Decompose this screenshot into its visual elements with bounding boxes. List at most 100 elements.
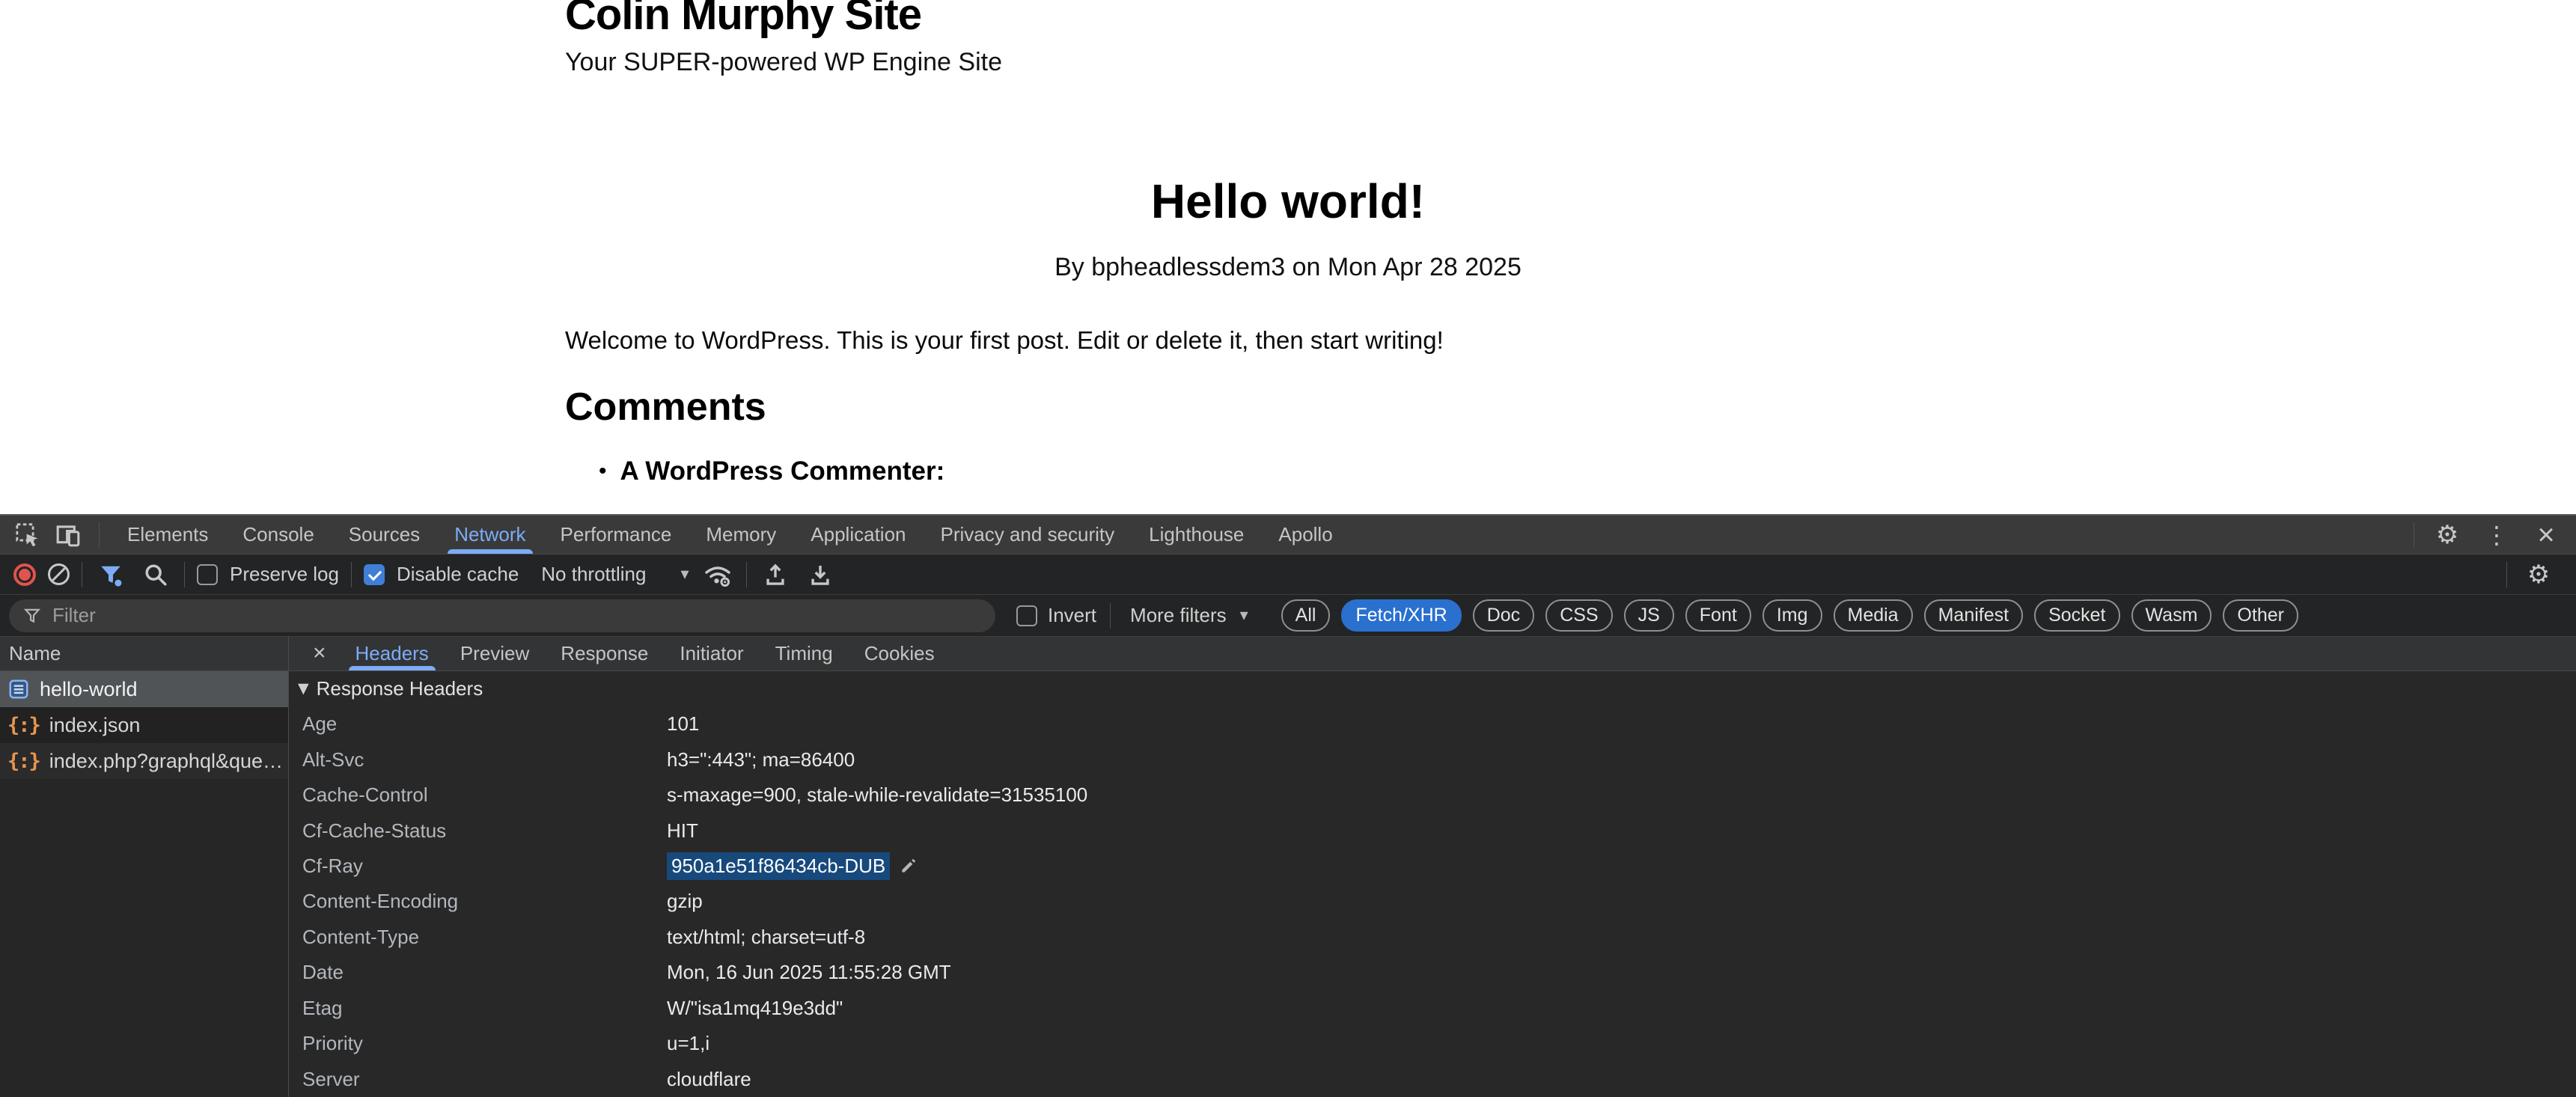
site-title: Colin Murphy Site xyxy=(565,0,921,40)
edit-header-icon[interactable] xyxy=(899,856,918,876)
search-network-button[interactable] xyxy=(139,558,172,591)
invert-checkbox[interactable] xyxy=(1016,605,1037,626)
header-row-cf-ray: Cf-Ray 950a1e51f86434cb-DUB xyxy=(289,849,2576,884)
details-tab-response[interactable]: Response xyxy=(545,637,664,670)
header-key: Alt-Svc xyxy=(289,748,667,771)
filter-chip-wasm[interactable]: Wasm xyxy=(2131,599,2212,632)
inspect-element-button[interactable] xyxy=(7,519,48,551)
request-row-index-json[interactable]: {:} index.json xyxy=(0,707,288,743)
filter-chip-css[interactable]: CSS xyxy=(1545,599,1612,632)
preserve-log-checkbox[interactable] xyxy=(197,564,218,585)
network-filter-field[interactable] xyxy=(9,599,995,632)
devtools-tab-application[interactable]: Application xyxy=(793,516,923,554)
section-title: Response Headers xyxy=(317,677,483,700)
comment-list-item: • A WordPress Commenter: xyxy=(599,456,944,486)
request-list-name-header[interactable]: Name xyxy=(0,637,288,671)
more-filters-dropdown[interactable]: More filters ▾ xyxy=(1130,604,1248,627)
header-row-age: Age 101 xyxy=(289,706,2576,742)
comment-author: A WordPress Commenter: xyxy=(620,456,945,486)
toolbar-divider xyxy=(1110,603,1111,629)
upload-icon xyxy=(763,562,788,587)
devtools-tab-lighthouse[interactable]: Lighthouse xyxy=(1132,516,1261,554)
request-details-tabbar: × Headers Preview Response Initiator Tim… xyxy=(289,637,2576,671)
filter-chip-manifest[interactable]: Manifest xyxy=(1924,599,2023,632)
invert-filter-control: Invert xyxy=(1016,604,1096,627)
header-value: h3=":443"; ma=86400 xyxy=(667,748,855,771)
devtools-tab-memory[interactable]: Memory xyxy=(689,516,793,554)
devtools-tab-sources[interactable]: Sources xyxy=(332,516,437,554)
devtools-close-button[interactable]: × xyxy=(2530,519,2563,551)
device-toolbar-button[interactable] xyxy=(48,519,88,551)
devtools-tab-network[interactable]: Network xyxy=(437,516,543,554)
chevron-down-icon: ▾ xyxy=(1240,606,1248,625)
response-headers-section-header[interactable]: ▼ Response Headers xyxy=(289,671,2576,706)
devtools-tabbar: Elements Console Sources Network Perform… xyxy=(0,516,2576,554)
json-braces-icon: {:} xyxy=(7,750,40,773)
filter-chip-font[interactable]: Font xyxy=(1685,599,1751,632)
header-value: W/"isa1mq419e3dd" xyxy=(667,997,843,1020)
header-key: Server xyxy=(289,1068,667,1091)
network-conditions-button[interactable] xyxy=(701,558,734,591)
network-filter-input[interactable] xyxy=(52,604,982,627)
devtools-tab-performance[interactable]: Performance xyxy=(543,516,689,554)
close-request-details-button[interactable]: × xyxy=(299,641,340,666)
network-toolbar: Preserve log Disable cache No throttling… xyxy=(0,554,2576,595)
header-row-priority: Priority u=1,i xyxy=(289,1026,2576,1061)
filter-chip-fetch-xhr[interactable]: Fetch/XHR xyxy=(1341,599,1461,632)
header-value: u=1,i xyxy=(667,1032,709,1055)
devtools-tab-privacy-and-security[interactable]: Privacy and security xyxy=(924,516,1132,554)
filter-chip-all[interactable]: All xyxy=(1281,599,1331,632)
devtools-tab-console[interactable]: Console xyxy=(225,516,331,554)
header-value: Mon, 16 Jun 2025 11:55:28 GMT xyxy=(667,961,951,984)
throttling-value: No throttling xyxy=(541,563,646,586)
details-tab-preview[interactable]: Preview xyxy=(445,637,545,670)
details-tab-timing[interactable]: Timing xyxy=(760,637,849,670)
network-filter-bar: Invert More filters ▾ All Fetch/XHR Doc … xyxy=(0,595,2576,637)
header-row-alt-svc: Alt-Svc h3=":443"; ma=86400 xyxy=(289,742,2576,777)
post-body: Welcome to WordPress. This is your first… xyxy=(565,326,1444,355)
more-filters-label: More filters xyxy=(1130,604,1227,627)
request-row-hello-world[interactable]: hello-world xyxy=(0,671,288,707)
comments-heading: Comments xyxy=(565,385,766,430)
devtools-tab-elements[interactable]: Elements xyxy=(110,516,225,554)
header-row-cache-control: Cache-Control s-maxage=900, stale-while-… xyxy=(289,777,2576,813)
toolbar-divider xyxy=(351,562,352,587)
header-row-date: Date Mon, 16 Jun 2025 11:55:28 GMT xyxy=(289,955,2576,990)
throttling-select[interactable]: No throttling ▾ xyxy=(541,563,689,586)
search-icon xyxy=(143,562,168,587)
gear-icon: ⚙ xyxy=(2527,562,2550,587)
clear-network-log-button[interactable] xyxy=(48,563,70,585)
filter-chip-media[interactable]: Media xyxy=(1834,599,1913,632)
kebab-menu-icon: ⋮ xyxy=(2485,523,2509,547)
details-tab-headers[interactable]: Headers xyxy=(340,637,445,670)
record-network-log-button[interactable] xyxy=(13,563,36,586)
header-value: s-maxage=900, stale-while-revalidate=315… xyxy=(667,783,1087,807)
header-key: Content-Type xyxy=(289,926,667,949)
post-byline: By bpheadlessdem3 on Mon Apr 28 2025 xyxy=(0,253,2576,282)
preserve-log-label: Preserve log xyxy=(230,563,339,586)
devtools-menu-button[interactable]: ⋮ xyxy=(2480,519,2513,551)
filter-chip-img[interactable]: Img xyxy=(1762,599,1822,632)
network-settings-button[interactable]: ⚙ xyxy=(2522,558,2555,591)
disable-cache-checkbox[interactable] xyxy=(364,564,385,585)
gear-icon: ⚙ xyxy=(2436,522,2459,548)
toolbar-divider xyxy=(99,522,100,548)
toolbar-divider xyxy=(746,562,747,587)
details-tab-cookies[interactable]: Cookies xyxy=(849,637,950,670)
devtools-settings-button[interactable]: ⚙ xyxy=(2431,519,2464,551)
filter-chip-js[interactable]: JS xyxy=(1624,599,1674,632)
header-value: 101 xyxy=(667,712,699,736)
export-har-button[interactable] xyxy=(804,558,837,591)
request-row-index-php-graphql[interactable]: {:} index.php?graphql&query=q... xyxy=(0,743,288,779)
filter-chip-doc[interactable]: Doc xyxy=(1473,599,1534,632)
filter-chip-socket[interactable]: Socket xyxy=(2034,599,2119,632)
filter-funnel-icon xyxy=(22,606,42,626)
devtools-tab-apollo[interactable]: Apollo xyxy=(1261,516,1349,554)
details-tab-initiator[interactable]: Initiator xyxy=(664,637,759,670)
filter-funnel-icon xyxy=(97,561,124,588)
filter-chip-other[interactable]: Other xyxy=(2223,599,2298,632)
header-row-content-encoding: Content-Encoding gzip xyxy=(289,884,2576,919)
header-row-cf-cache-status: Cf-Cache-Status HIT xyxy=(289,813,2576,848)
filter-toggle-button[interactable] xyxy=(94,558,127,591)
import-har-button[interactable] xyxy=(759,558,792,591)
